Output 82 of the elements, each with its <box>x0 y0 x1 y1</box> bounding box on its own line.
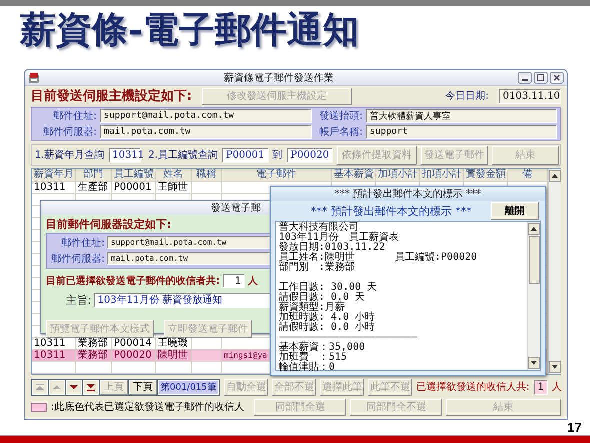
legend-swatch <box>31 402 47 412</box>
selected-count-label: 已選擇欲發送的收信人共: <box>416 380 530 394</box>
table-cell: 生產部 <box>76 182 112 194</box>
field-label: 郵件住址: <box>52 110 97 124</box>
column-header: 部門 <box>76 169 112 182</box>
recipient-count-unit: 人 <box>248 274 258 288</box>
field-label: 郵件伺服器: <box>42 126 97 140</box>
column-header: 電子郵件 <box>222 169 332 182</box>
date-field: 0103.11.10 <box>499 88 561 104</box>
minimize-icon[interactable] <box>518 72 532 84</box>
slide-title: 薪資條-電子郵件通知 <box>18 8 360 53</box>
page-number: 17 <box>568 420 582 436</box>
email-body-line: 加班時數: 4.0 小時 <box>279 313 376 323</box>
email-body-line: 工作日數: 30.00 天 <box>279 283 378 293</box>
table-cell: 陳明世 <box>156 350 192 362</box>
email-body-line: 部門別 :業務部 <box>279 263 356 273</box>
employee-from-field[interactable]: P00001 <box>222 148 269 163</box>
app-icon <box>28 72 40 84</box>
scroll-down-icon[interactable] <box>549 361 561 374</box>
column-header: 加項小計 <box>376 169 420 182</box>
close-button[interactable]: 離開 <box>491 202 539 220</box>
next-page-button[interactable]: 下頁 <box>129 380 157 395</box>
scroll-thumb <box>528 236 540 284</box>
last-record-icon[interactable] <box>83 380 99 395</box>
email-body-line: 103年11月份 員工薪資表 <box>279 233 400 243</box>
column-header: 職稱 <box>192 169 222 182</box>
legend-text: :此底色代表已選定欲發送電子郵件的收信人 <box>51 400 244 414</box>
table-cell: 10311 <box>32 350 76 362</box>
email-body-line: 發放日期:0103.11.22 <box>279 243 386 253</box>
scroll-up-icon[interactable] <box>528 223 540 235</box>
account-name-field: support <box>366 125 557 140</box>
employee-to-field[interactable]: P00020 <box>286 148 334 163</box>
dialog-title: *** 預計發出郵件本文的標示 *** <box>334 188 482 201</box>
email-address-field: support@mail.pota.com.tw <box>107 236 273 249</box>
table-cell: 業務部 <box>76 350 112 362</box>
salary-month-label: 1.薪資年月查詢 <box>35 148 105 162</box>
first-record-icon[interactable] <box>32 380 48 395</box>
subject-label: 主旨: <box>66 292 92 308</box>
maximize-icon[interactable] <box>534 72 548 84</box>
field-label: 發送抬頭: <box>318 110 363 124</box>
record-counter: 第001/015筆 <box>158 380 220 395</box>
column-header: 基本薪資 <box>332 169 376 182</box>
email-address-field: support@mail.pota.com.tw <box>100 109 312 124</box>
scroll-down-icon[interactable] <box>528 357 540 369</box>
server-settings-heading: 目前發送伺服主機設定如下: <box>31 88 192 106</box>
employee-id-label: 2.員工編號查詢 <box>148 148 218 162</box>
recipient-count-label: 目前已選擇欲發送電子郵件的收信者共: <box>46 274 220 288</box>
preview-heading: *** 預計發出郵件本文的標示 *** <box>311 204 473 218</box>
field-label: 帳戶名稱: <box>318 126 363 140</box>
dialog-title: 發送電子郵 <box>211 202 261 215</box>
close-icon[interactable] <box>550 72 564 84</box>
window-title: 薪資條電子郵件發送作業 <box>223 72 335 85</box>
email-body-line: 基本薪資：35,000 <box>279 343 366 353</box>
scroll-up-icon[interactable] <box>549 170 561 182</box>
column-header: 實發金額 <box>464 169 508 182</box>
range-label: 到 <box>272 149 283 162</box>
table-cell: P00001 <box>112 182 156 194</box>
email-body-line: ——————————————————————— <box>279 333 418 343</box>
field-label: 郵件住址: <box>60 236 105 250</box>
table-cell: P00020 <box>112 350 156 362</box>
sender-name-field: 普大軟體薪資人事室 <box>366 109 557 124</box>
column-header: 薪資年月 <box>32 169 76 182</box>
table-cell: 王師世 <box>156 182 192 194</box>
mail-server-field: mail.pota.com.tw <box>100 125 312 140</box>
recipient-count-field: 1 <box>223 274 245 288</box>
column-header: 員工編號 <box>112 169 156 182</box>
email-body-line: 員工姓名:陳明世 員工編號:P00020 <box>279 253 478 263</box>
date-label: 今日日期: <box>446 90 489 104</box>
email-body-line: 請假時數: 0.0 小時 <box>279 323 376 333</box>
selected-count-unit: 人 <box>552 381 562 394</box>
email-body-line: 普大科技有限公司 <box>279 223 359 233</box>
field-label: 郵件伺服器: <box>50 252 105 266</box>
salary-month-field[interactable]: 10311 <box>108 148 141 163</box>
selected-count-field: 1 <box>534 380 548 395</box>
email-body-line: 薪資類型:月薪 <box>279 303 346 313</box>
column-header: 扣項小計 <box>420 169 464 182</box>
column-header: 姓名 <box>156 169 192 182</box>
email-body-line: 請假日數: 0.0 天 <box>279 293 366 303</box>
table-cell: 10311 <box>32 182 76 194</box>
mail-server-field: mail.pota.com.tw <box>107 252 273 265</box>
email-body-line: 輪值津貼：0 <box>279 363 336 373</box>
server-settings-heading: 目前郵件伺服器設定如下: <box>46 217 172 233</box>
